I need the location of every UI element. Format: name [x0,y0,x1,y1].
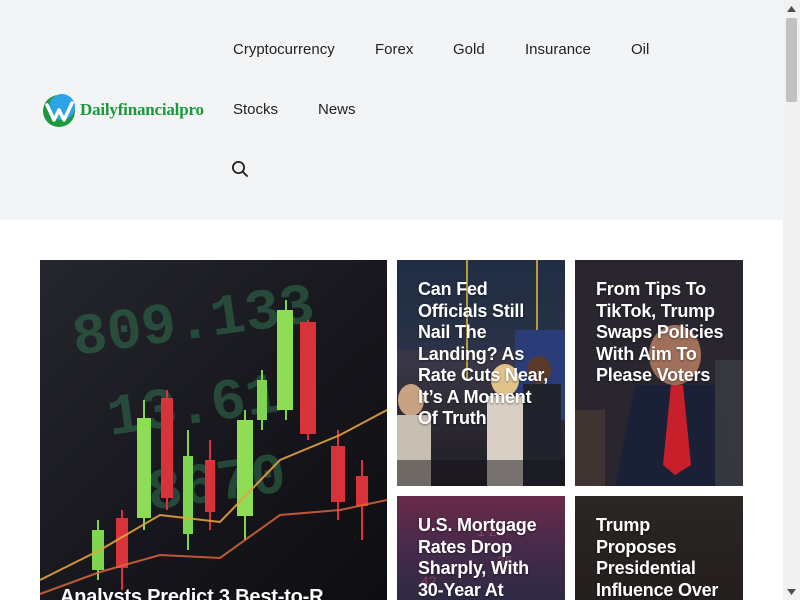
nav-item-stocks[interactable]: Stocks [233,101,278,118]
scroll-up-button[interactable] [783,0,800,17]
nav-item-insurance[interactable]: Insurance [525,41,591,58]
post-card[interactable]: Trump Proposes Presidential Influence Ov… [575,496,743,600]
nav-item-oil[interactable]: Oil [631,41,649,58]
post-card[interactable]: From Tips To TikTok, Trump Swaps Policie… [575,260,743,486]
nav-item-gold[interactable]: Gold [453,41,485,58]
page-scrollbar[interactable] [783,0,800,600]
nav-item-forex[interactable]: Forex [375,41,413,58]
post-image-stock-chart: 809.133 13.61 8670 [40,260,387,600]
post-card[interactable]: 1 25 35 .42 U.S. Mortgage Rates Drop Sha… [397,496,565,600]
scroll-down-button[interactable] [783,583,800,600]
nav-item-cryptocurrency[interactable]: Cryptocurrency [233,41,335,58]
scroll-down-icon [787,588,796,595]
site-logo[interactable]: Dailyfinancialpro [41,92,204,128]
logo-icon [43,94,75,127]
site-header: Dailyfinancialpro Cryptocurrency Forex G… [0,0,783,220]
post-title[interactable]: U.S. Mortgage Rates Drop Sharply, With 3… [418,515,553,600]
post-title[interactable]: Analysts Predict 3 Best-to-R [60,586,377,600]
post-title[interactable]: Trump Proposes Presidential Influence Ov… [596,515,731,600]
stock-chart-image: 809.133 13.61 8670 [40,260,387,600]
scroll-up-icon [787,5,796,12]
post-card-featured[interactable]: 809.133 13.61 8670 Analysts Predict 3 Be… [40,260,387,600]
post-card[interactable]: Can Fed Officials Still Nail The Landing… [397,260,565,486]
search-icon [232,161,248,177]
nav-item-news[interactable]: News [318,101,356,118]
scroll-thumb[interactable] [786,18,797,102]
post-title[interactable]: Can Fed Officials Still Nail The Landing… [418,279,553,430]
site-brand-name: Dailyfinancialpro [80,100,204,119]
post-title[interactable]: From Tips To TikTok, Trump Swaps Policie… [596,279,731,387]
search-button[interactable] [230,159,250,179]
